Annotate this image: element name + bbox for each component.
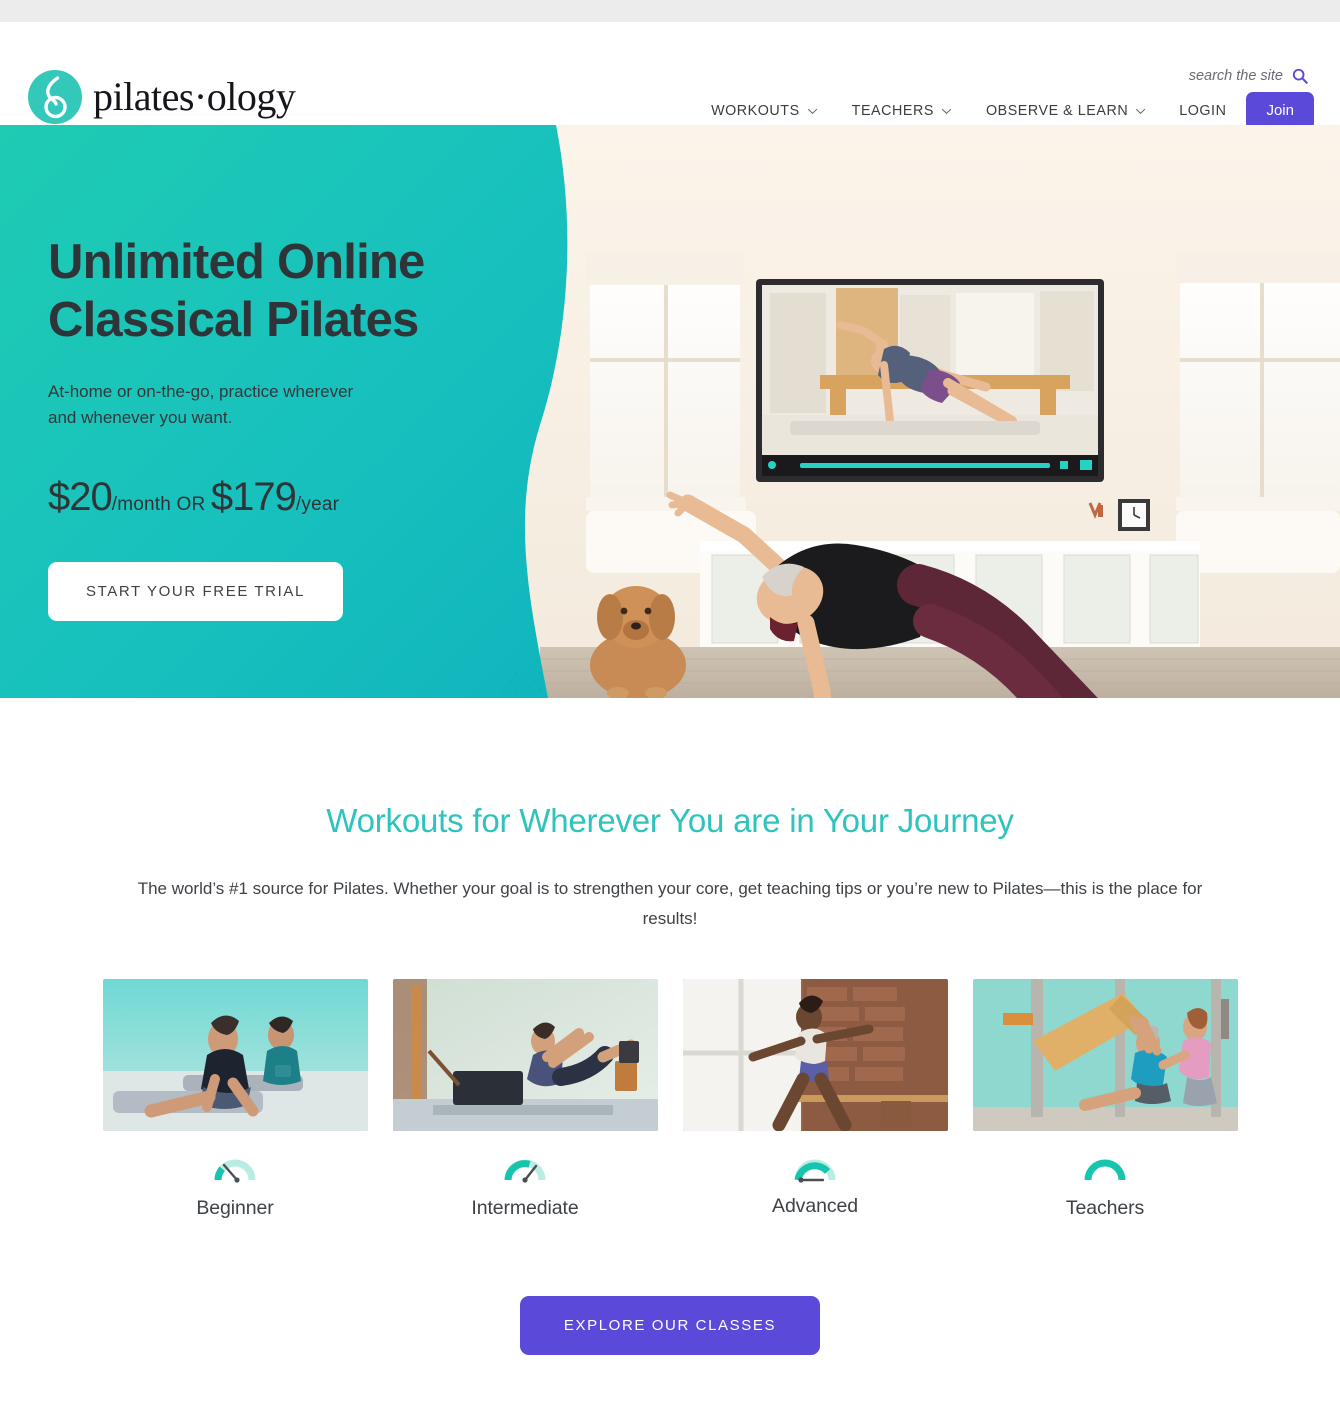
page-root: pilates·ology WORKOUTS TEACHERS (0, 0, 1340, 1401)
price-yearly-unit: /year (295, 494, 340, 515)
logo-wordmark: pilates·ology (93, 74, 296, 119)
search-icon[interactable] (1292, 68, 1308, 84)
price-yearly-amount: $179 (210, 475, 297, 519)
hero-title-line-1: Unlimited Online (48, 235, 425, 289)
level-card-intermediate-label: Intermediate (471, 1197, 579, 1219)
level-card-beginner-image (102, 979, 368, 1131)
gauge-beginner-icon (103, 1147, 368, 1191)
site-search[interactable] (1123, 68, 1308, 84)
hero-copy: Unlimited Online Classical Pilates At-ho… (48, 233, 488, 621)
hero-subtitle: At-home or on-the-go, practice wherever … (48, 382, 354, 427)
chevron-down-icon (807, 108, 817, 114)
dog (590, 586, 686, 698)
explore-classes-button[interactable]: EXPLORE OUR CLASSES (519, 1296, 821, 1355)
level-card-teachers[interactable]: Teachers (972, 979, 1238, 1220)
hero-section: Unlimited Online Classical Pilates At-ho… (0, 125, 1340, 698)
level-card-beginner-label: Beginner (196, 1197, 274, 1219)
chevron-down-icon (1135, 108, 1146, 114)
nav-item-teachers[interactable]: TEACHERS (835, 103, 969, 119)
level-card-beginner[interactable]: Beginner (102, 979, 368, 1220)
hero-pricing: $20/month OR $179/year (48, 475, 488, 520)
hero-title: Unlimited Online Classical Pilates (48, 233, 488, 349)
nav-item-workouts[interactable]: WORKOUTS (694, 103, 835, 119)
level-card-advanced-image (682, 979, 948, 1131)
search-input[interactable] (1123, 68, 1283, 84)
start-free-trial-button[interactable]: START YOUR FREE TRIAL (48, 562, 343, 621)
price-monthly-unit: /month (111, 494, 172, 515)
chevron-down-icon (941, 108, 952, 114)
gauge-intermediate-icon (393, 1147, 658, 1191)
gauge-teachers-icon (973, 1147, 1238, 1191)
level-card-intermediate[interactable]: Intermediate (392, 979, 658, 1220)
journey-description: The world’s #1 source for Pilates. Wheth… (137, 879, 1203, 928)
level-card-teachers-image (972, 979, 1238, 1131)
price-separator: OR (171, 494, 211, 515)
nav-item-observe-and-learn[interactable]: OBSERVE & LEARN (969, 103, 1163, 119)
level-card-list: Beginner Intermediate Advanced Teachers (0, 979, 1340, 1220)
journey-title: Workouts for Wherever You are in Your Jo… (326, 802, 1014, 839)
nav-item-observe-and-learn-label: OBSERVE & LEARN (985, 103, 1129, 119)
explore-cta-wrapper: EXPLORE OUR CLASSES (0, 1296, 1340, 1355)
gauge-advanced-icon (683, 1147, 948, 1191)
pilatesology-mark-icon (28, 70, 82, 124)
hero-title-line-2: Classical Pilates (48, 293, 419, 347)
site-header: pilates·ology WORKOUTS TEACHERS (0, 22, 1340, 130)
nav-item-teachers-label: TEACHERS (851, 103, 934, 119)
site-logo[interactable]: pilates·ology (27, 69, 296, 125)
level-card-advanced-label: Advanced (772, 1195, 858, 1217)
level-card-advanced[interactable]: Advanced (682, 979, 948, 1220)
level-card-teachers-label: Teachers (1065, 1197, 1145, 1219)
nav-item-login[interactable]: LOGIN (1163, 103, 1242, 119)
price-monthly-amount: $20 (48, 475, 113, 519)
nav-item-workouts-label: WORKOUTS (711, 103, 800, 119)
journey-section: Workouts for Wherever You are in Your Jo… (0, 698, 1340, 1355)
top-strip (0, 0, 1340, 22)
level-card-intermediate-image (392, 979, 658, 1131)
